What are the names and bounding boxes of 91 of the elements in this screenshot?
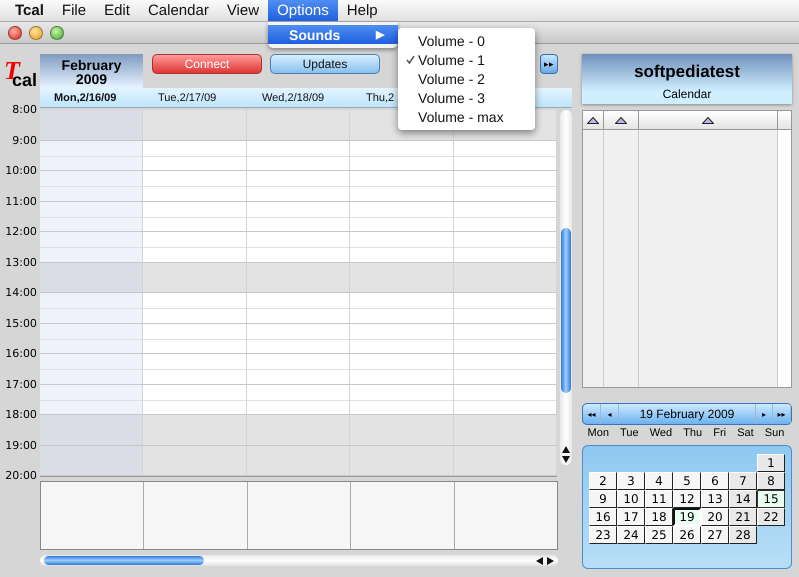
menu-item[interactable]: Volume - 0 [398,31,535,50]
day-header[interactable]: Mon,2/16/09 [54,92,116,104]
month-header: February 2009 [40,54,143,88]
day-cell[interactable]: 3 [617,472,645,490]
menu-item[interactable]: Volume - 3 [398,88,535,107]
day-cell[interactable]: 10 [617,490,645,508]
day-cell[interactable]: 13 [701,490,729,508]
app-menu[interactable]: Tcal [6,0,53,21]
day-header[interactable]: Wed,2/18/09 [262,92,324,104]
next-button[interactable]: ▸▸ [540,54,558,74]
day-cell[interactable]: 2 [589,472,617,490]
day-cell[interactable]: 23 [589,526,617,544]
hour-label: 18:00 [4,408,38,423]
close-button[interactable] [8,26,22,40]
scroll-left-icon[interactable] [536,556,543,564]
weekday-label: Wed [650,427,672,441]
day-cell[interactable]: 25 [645,526,673,544]
zoom-button[interactable] [50,26,64,40]
day-cell[interactable]: 4 [645,472,673,490]
calendar-title: 19 February 2009 [638,406,736,423]
menu-item[interactable]: Sounds ▶ [268,25,398,44]
horizontal-scrollbar[interactable] [40,555,558,566]
sort-up-icon[interactable] [615,116,627,124]
day-cell[interactable]: 6 [701,472,729,490]
previous-year-button[interactable]: ◂◂ [583,404,601,424]
weekday-label: Tue [620,427,639,441]
weekday-label: Thu [683,427,702,441]
hour-label: 9:00 [11,134,38,148]
hour-label: 15:00 [4,316,38,332]
day-cell[interactable]: 16 [589,508,617,526]
hour-label: 11:00 [4,194,38,210]
day-cell[interactable]: 21 [729,508,757,526]
weekday-label: Sun [764,427,784,441]
user-name: softpediatest [634,62,740,82]
menu-item[interactable]: Help [338,0,387,21]
day-cell[interactable]: 22 [757,508,785,526]
day-cell[interactable]: 14 [729,490,757,508]
submenu-arrow-icon: ▶ [376,28,384,41]
menu-item[interactable]: Options [268,0,338,21]
day-cell[interactable]: 24 [617,526,645,544]
day-cell[interactable]: 9 [589,490,617,508]
previous-month-button[interactable]: ◂ [601,404,619,424]
hour-label: 16:00 [4,347,38,362]
day-cell[interactable]: 15 [757,490,785,508]
scroll-up-icon[interactable] [562,446,570,453]
menu-item[interactable]: Volume - 2 [398,69,535,88]
menu-item[interactable]: File [52,0,96,21]
hour-label: 17:00 [4,378,38,392]
day-header[interactable]: Thu,2 [366,92,394,104]
day-cell[interactable]: 18 [645,508,673,526]
menu-item[interactable]: Edit [95,0,139,21]
day-cell[interactable]: 27 [701,526,729,544]
day-cell[interactable]: 28 [729,526,757,544]
sort-up-icon[interactable] [702,116,714,124]
day-cell[interactable]: 7 [729,472,757,490]
menu-item[interactable]: Volume - max [398,107,535,126]
weekday-label: Fri [713,427,726,441]
hour-label: 12:00 [4,225,38,240]
day-cell[interactable]: 17 [617,508,645,526]
weekday-label: Sat [737,427,754,441]
menu-item[interactable]: Volume - 1 [398,50,535,69]
day-cell[interactable]: 12 [673,490,701,508]
day-cell[interactable]: 26 [673,526,701,544]
day-cell[interactable]: 19 [673,508,701,526]
day-header[interactable]: Tue,2/17/09 [158,92,216,104]
menu-item[interactable]: Calendar [138,0,218,21]
day-cell[interactable]: 20 [701,508,729,526]
day-cell[interactable]: 11 [645,490,673,508]
user-subtitle: Calendar [662,87,712,101]
hour-label: 13:00 [4,256,38,270]
menu-item[interactable]: View [218,0,268,21]
day-cell[interactable]: 8 [757,472,785,490]
next-year-button[interactable]: ▸▸ [773,404,791,424]
weekday-label: Mon [588,427,609,441]
day-cell[interactable]: 1 [757,454,785,472]
hour-label: 14:00 [4,286,38,301]
minimize-button[interactable] [29,26,43,40]
app-logo: Tcal [4,58,38,92]
scroll-down-icon[interactable] [562,456,570,463]
vertical-scrollbar[interactable] [778,130,791,387]
next-month-button[interactable]: ▸ [755,404,773,424]
hour-label: 20:00 [4,469,38,484]
hour-label: 19:00 [4,438,38,454]
sort-up-icon[interactable] [587,116,599,124]
day-cell[interactable]: 5 [673,472,701,490]
vertical-scrollbar[interactable] [560,110,572,465]
toolbar-button[interactable]: Updates [270,54,380,74]
check-icon [406,55,415,64]
hour-label: 8:00 [11,103,38,118]
hour-label: 10:00 [4,164,38,179]
scroll-right-icon[interactable] [547,556,554,564]
